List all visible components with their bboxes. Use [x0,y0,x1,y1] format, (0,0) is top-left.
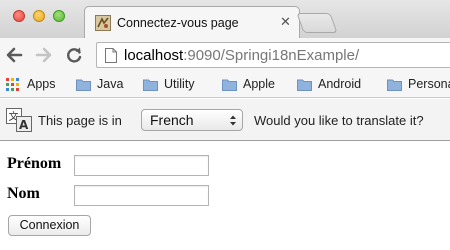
url-text: localhost:9090/Springi18nExample/ [124,47,360,64]
folder-icon [297,79,312,91]
translate-prefix-text: This page is in [38,113,122,128]
apps-grid-icon [6,78,20,92]
close-window-button[interactable] [13,10,25,22]
window-title-bar: Connectez-vous page ✕ [0,0,450,38]
first-name-input[interactable] [74,155,209,176]
zoom-window-button[interactable] [53,10,65,22]
tab-close-icon[interactable]: ✕ [280,14,291,29]
browser-tab-active[interactable]: Connectez-vous page ✕ [84,6,300,38]
folder-icon [387,79,402,91]
last-name-input[interactable] [74,185,209,206]
bookmarks-bar: Apps Java Utility Apple Android Personal [0,72,450,98]
forward-arrow-icon[interactable] [34,45,54,65]
minimize-window-button[interactable] [33,10,45,22]
address-bar[interactable]: localhost:9090/Springi18nExample/ [96,42,450,68]
translate-question-text: Would you like to translate it? [254,113,424,128]
tab-title: Connectez-vous page [117,16,239,30]
svg-text:A: A [19,118,29,132]
folder-icon [76,79,91,91]
folder-icon [143,79,158,91]
first-name-label: Prénom [7,155,62,172]
page-icon [105,48,117,63]
login-button[interactable]: Connexion [8,215,91,236]
browser-toolbar: localhost:9090/Springi18nExample/ [0,38,450,72]
back-arrow-icon[interactable] [4,45,24,65]
translate-icon: 文 A [6,108,32,132]
last-name-label: Nom [7,185,40,202]
favicon-icon [95,15,111,31]
new-tab-button[interactable] [296,13,338,33]
folder-icon [222,79,237,91]
translate-infobar: 文 A This page is in French Would you lik… [0,99,450,141]
selected-language: French [150,112,194,128]
reload-icon[interactable] [64,45,84,65]
select-arrows-icon [230,115,236,126]
source-language-select[interactable]: French [141,109,243,131]
